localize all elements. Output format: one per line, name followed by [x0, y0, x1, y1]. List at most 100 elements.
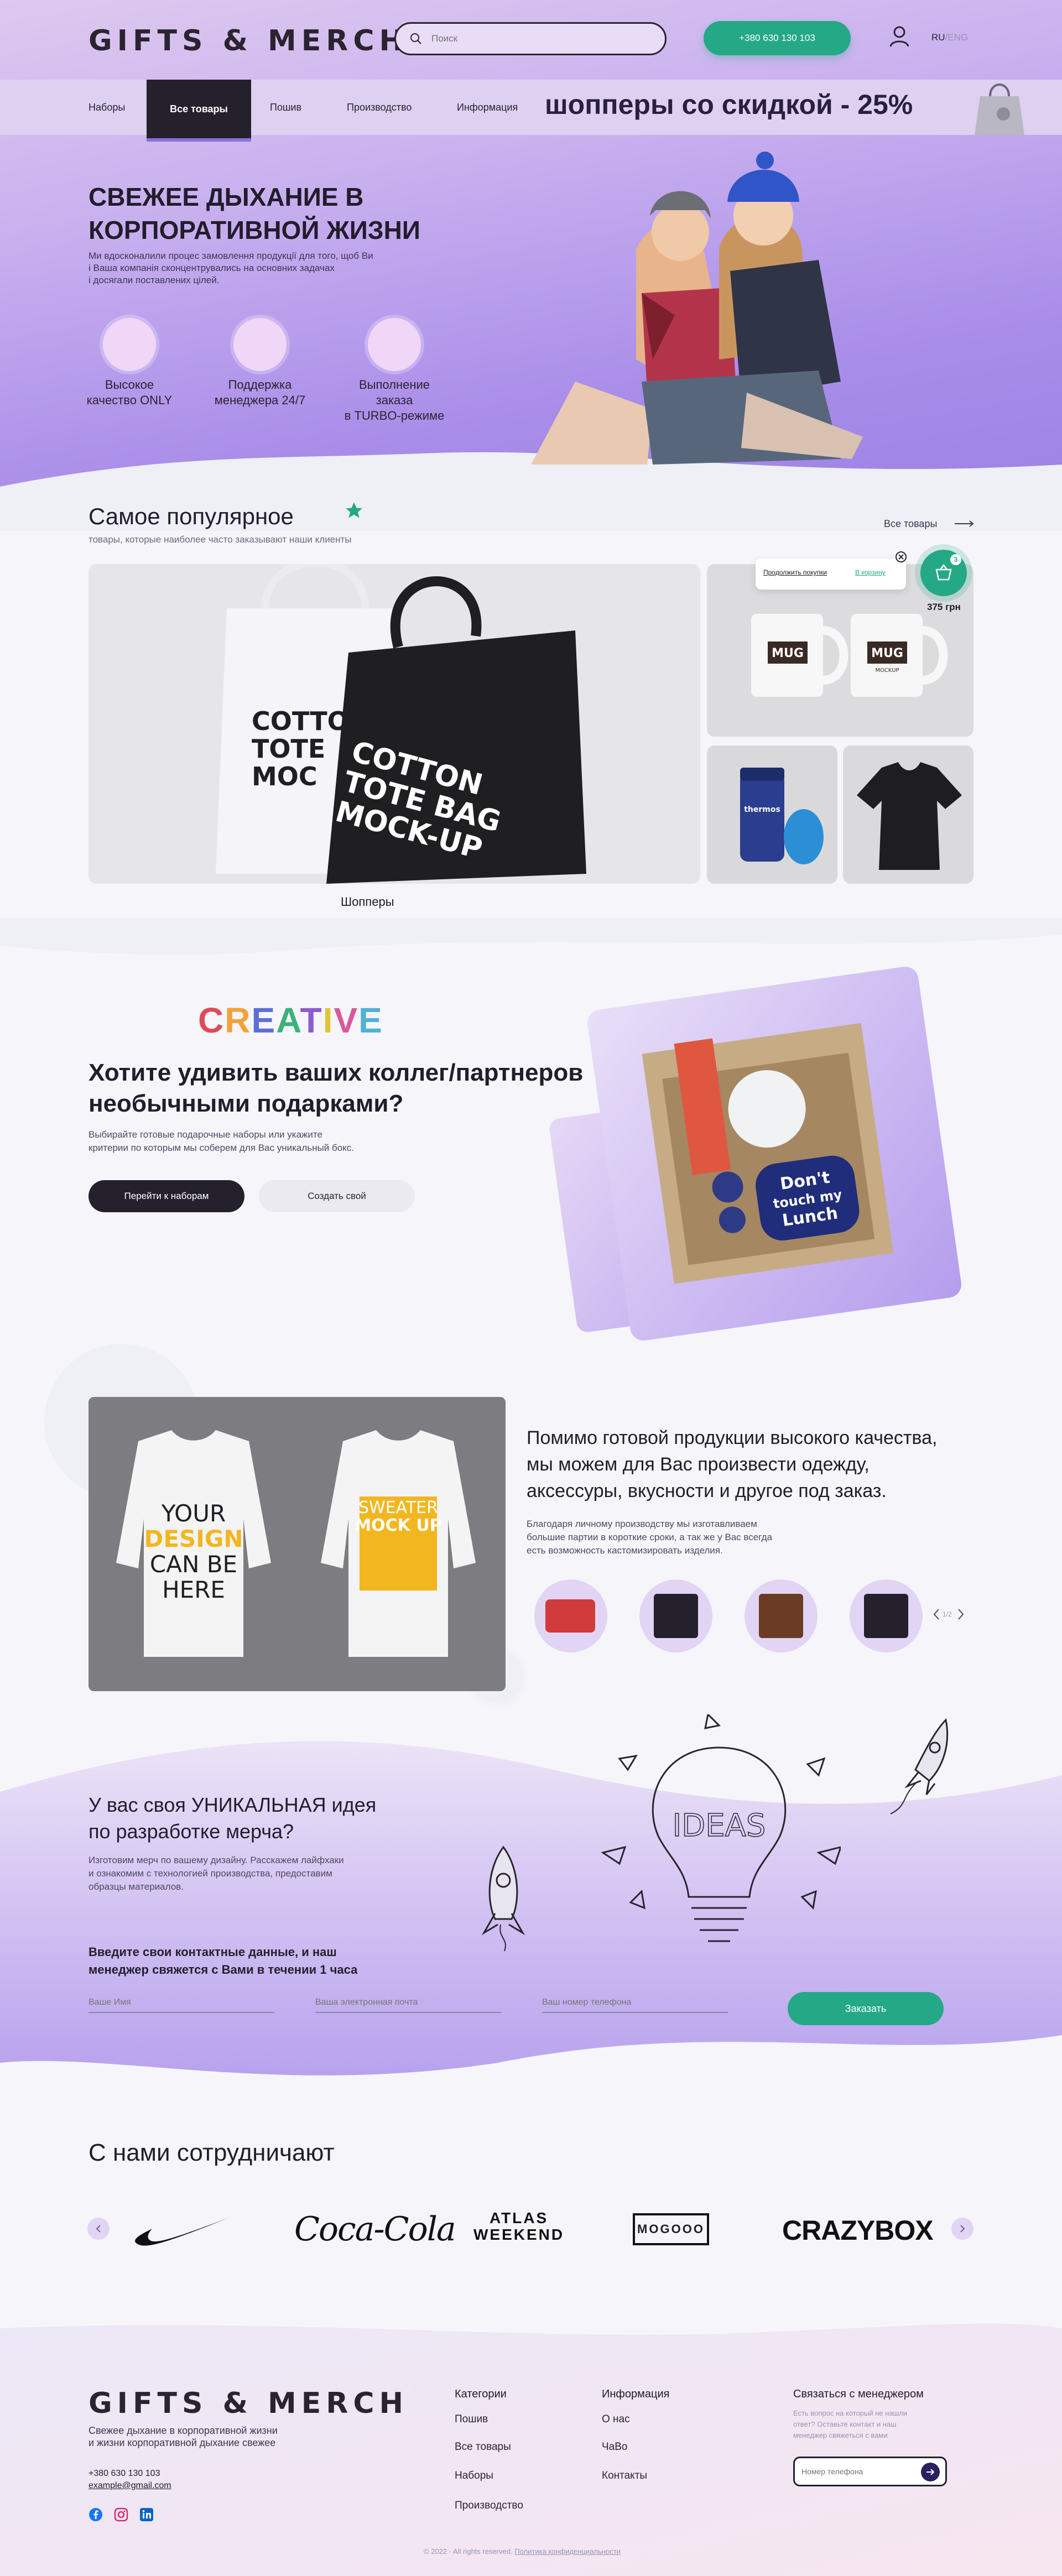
footer-contact-text: Есть вопрос на который не нашли ответ? О… [793, 2408, 907, 2441]
gift-box-image: Don'ttouch myLunch [642, 1023, 894, 1284]
mug-label: MUG [772, 646, 804, 660]
nav-item-production[interactable]: Производство [347, 80, 412, 135]
popular-title: Самое популярное [88, 503, 294, 529]
gift-box-card: Don'ttouch myLunch [585, 964, 964, 1343]
atlas-logo-line: ATLAS [489, 2209, 549, 2226]
idea-contact-prompt: Введите свои контактные данные, и наш ме… [88, 1943, 357, 1979]
footer-submit-button[interactable] [921, 2463, 940, 2481]
cocacola-logo[interactable]: Coca-Cola [294, 2210, 456, 2249]
user-icon[interactable] [889, 25, 909, 48]
site-logo[interactable]: GIFTS & MERCH [88, 24, 408, 58]
promo-bag-image [975, 84, 1024, 135]
footer-contact-line: менеджер свяжеться с вами [793, 2431, 888, 2439]
footer-link-about[interactable]: О нас [602, 2413, 630, 2426]
nav-item-info[interactable]: Информация [457, 80, 518, 135]
tote-bag-image: COTTO TOTE MOC COTTONTOTE BAGMOCK-UP [88, 564, 700, 884]
copyright: © 2022 - All rights reserved. Политика к… [424, 2547, 621, 2556]
footer-contact-title: Связаться с менеджером [793, 2388, 924, 2400]
idea-description-line: образцы материалов. [88, 1881, 184, 1892]
production-description-line: большие партии в короткие сроки, а так ж… [527, 1532, 772, 1542]
footer-tagline-line: Свежее дыхание в корпоративной жизни [88, 2425, 278, 2436]
go-to-cart-link[interactable]: В корзину [855, 569, 886, 576]
popular-subtitle: товары, которые наиболее часто заказываю… [88, 534, 352, 545]
close-icon[interactable] [895, 551, 907, 563]
name-field[interactable] [88, 1993, 274, 2013]
all-products-link[interactable]: Все товары [884, 518, 937, 530]
footer-email[interactable]: example@gmail.com [88, 2481, 171, 2491]
privacy-link[interactable]: Политика конфиденциальности [514, 2547, 621, 2556]
footer-link-all-products[interactable]: Все товары [455, 2441, 511, 2453]
footer-link-sewing[interactable]: Пошив [455, 2413, 488, 2426]
footer-link-contacts[interactable]: Контакты [602, 2470, 647, 2482]
feature-line: менеджера 24/7 [214, 393, 306, 407]
creative-word: CREATIVE [198, 1000, 383, 1040]
footer-tagline-line: и жизни корпоративной дыхание свежее [88, 2437, 276, 2448]
production-item-2[interactable] [639, 1579, 712, 1652]
partners-next-button[interactable] [951, 2218, 974, 2240]
production-title-line: аксессуры, вкусности и другое под заказ. [527, 1480, 887, 1501]
rocket-doodle-2-icon [890, 1718, 949, 1814]
search-icon [410, 33, 421, 44]
footer-categories-title: Категории [455, 2388, 507, 2400]
atlas-logo[interactable]: ATLAS WEEKEND [473, 2210, 564, 2243]
product-card-tshirt[interactable] [843, 745, 974, 884]
product-card-shoppers[interactable]: COTTO TOTE MOC COTTONTOTE BAGMOCK-UP [88, 564, 700, 884]
footer-phone-input[interactable] [801, 2465, 912, 2478]
mogooo-logo[interactable]: MOGOOO [633, 2213, 709, 2245]
nav-item-sewing[interactable]: Пошив [270, 80, 301, 135]
facebook-icon[interactable] [88, 2507, 103, 2522]
create-own-button[interactable]: Создать свой [259, 1180, 415, 1212]
lang-eng[interactable]: ENG [948, 32, 968, 43]
feature-line: в TURBO-режиме [344, 409, 445, 423]
phone-button[interactable]: +380 630 130 103 [704, 21, 851, 55]
idea-title-line: У вас своя УНИКАЛЬНАЯ идея [88, 1793, 377, 1816]
footer-tagline: Свежее дыхание в корпоративной жизни и ж… [88, 2424, 278, 2449]
production-item-1[interactable] [534, 1579, 607, 1652]
footer-logo[interactable]: GIFTS & MERCH [88, 2387, 408, 2420]
production-item-3[interactable] [745, 1579, 818, 1652]
lang-ru[interactable]: RU [931, 32, 945, 43]
nike-logo[interactable] [133, 2212, 232, 2251]
order-button[interactable]: Заказать [788, 1992, 944, 2025]
feature-line: Поддержка [228, 378, 292, 392]
nav-item-sets[interactable]: Наборы [88, 80, 125, 135]
cart-button[interactable]: 3 [920, 550, 967, 596]
footer-phone[interactable]: +380 630 130 103 [88, 2469, 160, 2479]
search-input[interactable] [394, 22, 667, 55]
idea-contact-line: Введите свои контактные данные, и наш [88, 1945, 337, 1959]
continue-shopping-link[interactable]: Продолжить покупки [763, 569, 827, 576]
hero-description-line: і досягали поставлених цілей. [88, 275, 220, 285]
crazybox-logo[interactable]: CRAZYBOX [782, 2214, 934, 2246]
sweaters-image: YOUR DESIGN CAN BE HERE SWEATER MOCK UP [88, 1397, 506, 1691]
production-title-line: мы можем для Вас произвести одежду, [527, 1454, 870, 1475]
sweaters-image-card: YOUR DESIGN CAN BE HERE SWEATER MOCK UP [88, 1397, 506, 1691]
phone-field[interactable] [542, 1993, 728, 2013]
language-switch[interactable]: RU/ENG [931, 32, 968, 43]
email-field[interactable] [315, 1993, 501, 2013]
nav-item-all-products[interactable]: Все товары [147, 80, 251, 142]
atlas-logo-line: WEEKEND [473, 2226, 565, 2243]
chevron-left-icon[interactable] [933, 1608, 940, 1620]
hero-description: Ми вдосконалили процес замовлення продук… [88, 250, 373, 286]
production-item-4[interactable] [850, 1579, 923, 1652]
basket-icon [935, 564, 952, 581]
cart-count-badge: 3 [950, 554, 961, 565]
promo-banner-text[interactable]: шопперы со скидкой - 25% [545, 88, 913, 121]
chevron-right-icon [960, 2225, 965, 2233]
feature-support-label: Поддержка менеджера 24/7 [205, 377, 315, 408]
shoppers-caption[interactable]: Шопперы [341, 895, 394, 909]
partners-prev-button[interactable] [87, 2218, 110, 2240]
instagram-icon[interactable] [114, 2507, 128, 2522]
footer-link-faq[interactable]: ЧаВо [602, 2441, 627, 2453]
product-card-thermos[interactable]: thermos [707, 745, 837, 884]
chevron-right-icon[interactable] [957, 1608, 965, 1620]
footer-link-production[interactable]: Производство [455, 2500, 523, 2512]
go-to-sets-button[interactable]: Перейти к наборам [88, 1180, 244, 1212]
arrow-right-icon[interactable] [955, 520, 975, 528]
footer-link-sets[interactable]: Наборы [455, 2470, 493, 2482]
linkedin-icon[interactable] [139, 2507, 154, 2522]
bulb-text: IDEAS [673, 1808, 766, 1844]
creative-description-line: критерии по которым мы соберем для Вас у… [88, 1143, 355, 1153]
feature-line: Высокое [105, 378, 154, 392]
creative-description-line: Выбирайте готовые подарочные наборы или … [88, 1129, 322, 1140]
